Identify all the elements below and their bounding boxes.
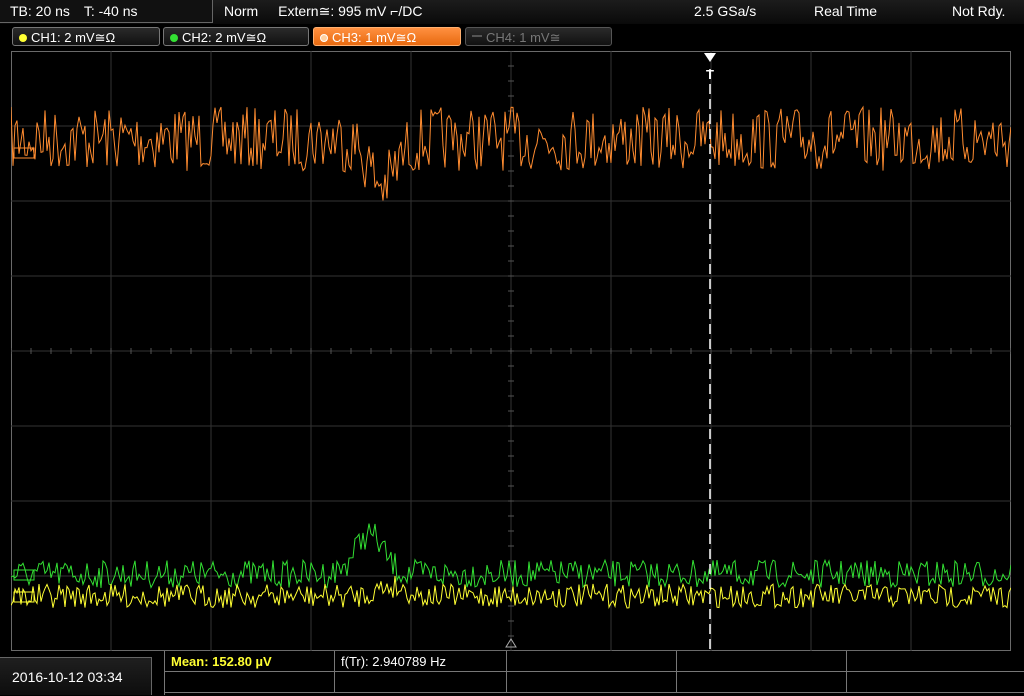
channel-tab-ch1[interactable]: CH1: 2 mV≅Ω bbox=[12, 27, 160, 46]
channel-tab-ch2[interactable]: CH2: 2 mV≅Ω bbox=[163, 27, 309, 46]
ch1-label: CH1: 2 mV≅Ω bbox=[31, 30, 116, 45]
trigger-position-marker: T bbox=[704, 53, 716, 651]
measurement-slot-empty[interactable] bbox=[847, 651, 1024, 672]
trigger-panel[interactable]: Norm Extern≅: 995 mV ⌐/DC bbox=[224, 0, 439, 22]
measurement-slot-empty[interactable] bbox=[507, 672, 677, 693]
grid-lines bbox=[11, 51, 1011, 651]
channel-tab-ch4[interactable]: CH4: 1 mV≅ bbox=[465, 27, 612, 46]
trigger-marker-label: T bbox=[706, 67, 714, 82]
trigger-source-label: Extern≅: 995 mV ⌐/DC bbox=[278, 3, 423, 19]
ch1-indicator-icon bbox=[19, 33, 27, 42]
measurement-slot-empty[interactable] bbox=[677, 672, 847, 693]
ch4-indicator-icon bbox=[472, 34, 482, 37]
measurement-slot-empty[interactable] bbox=[677, 651, 847, 672]
ch2-label: CH2: 2 mV≅Ω bbox=[182, 30, 267, 45]
ch3-label: CH3: 1 mV≅Ω bbox=[332, 30, 417, 45]
measurement-slot-empty[interactable] bbox=[335, 672, 507, 693]
trigger-time-label: T: -40 ns bbox=[83, 3, 138, 19]
date-time-label: 2016-10-12 03:34 bbox=[0, 657, 152, 695]
acquisition-mode-label: Real Time bbox=[814, 3, 878, 19]
acquisition-status-label: Not Rdy. bbox=[952, 3, 1006, 19]
trigger-arrow-icon bbox=[704, 53, 716, 62]
top-status-bar: TB: 20 ns T: -40 ns Norm Extern≅: 995 mV… bbox=[0, 0, 1024, 24]
graticule: T bbox=[11, 51, 1011, 651]
timebase-label: TB: 20 ns bbox=[10, 3, 70, 19]
trigger-mode-label: Norm bbox=[224, 3, 259, 19]
measurement-mean[interactable]: Mean: 152.80 µV bbox=[165, 651, 335, 672]
timebase-panel[interactable]: TB: 20 ns T: -40 ns bbox=[0, 0, 213, 23]
measurement-slot-empty[interactable] bbox=[507, 651, 677, 672]
channel-tab-ch3[interactable]: CH3: 1 mV≅Ω bbox=[313, 27, 461, 46]
measurement-slot-empty[interactable] bbox=[165, 672, 335, 693]
ch2-indicator-icon bbox=[170, 33, 178, 42]
sample-rate-label: 2.5 GSa/s bbox=[694, 3, 757, 19]
waveform-display[interactable]: T bbox=[11, 51, 1011, 651]
ch3-indicator-icon bbox=[320, 33, 328, 42]
measurement-table[interactable]: Mean: 152.80 µV f(Tr): 2.940789 Hz bbox=[164, 651, 1024, 695]
measurement-frequency[interactable]: f(Tr): 2.940789 Hz bbox=[335, 651, 507, 672]
measurement-slot-empty[interactable] bbox=[847, 672, 1024, 693]
ch4-label: CH4: 1 mV≅ bbox=[486, 30, 561, 45]
